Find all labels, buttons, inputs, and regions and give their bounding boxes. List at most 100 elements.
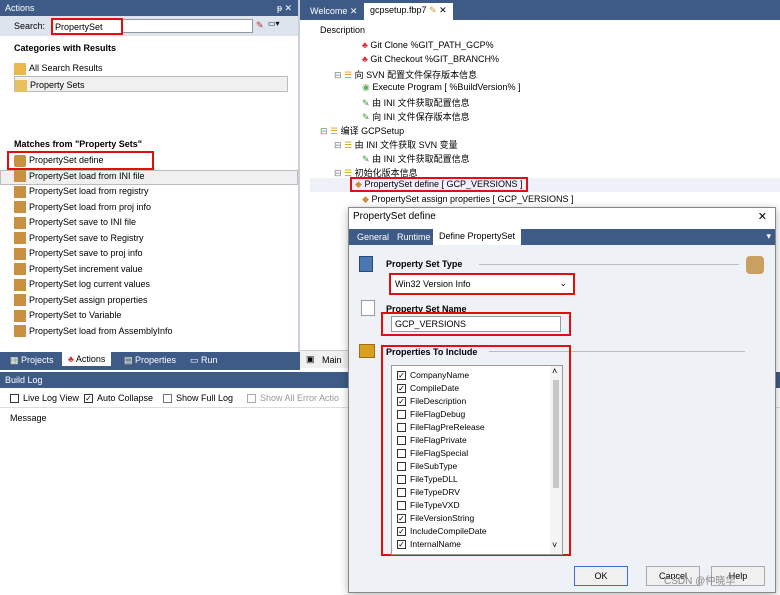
full-log-toggle[interactable]: Show Full Log	[163, 393, 233, 404]
propertyset-icon	[14, 185, 26, 198]
tree-node[interactable]: ⊟ ☰ 由 INI 文件获取 SVN 变量	[334, 138, 458, 151]
list-item[interactable]: PropertySet save to INI file	[0, 215, 298, 231]
clear-search-icon[interactable]: ✎	[256, 20, 264, 31]
checkbox[interactable]	[397, 436, 406, 446]
tab-run[interactable]: ▭ Run	[184, 353, 224, 368]
scroll-up-icon[interactable]: ˄	[552, 366, 557, 376]
tree-node[interactable]: ✎ 由 INI 文件获取配置信息	[362, 152, 470, 165]
property-checkbox-row[interactable]: FileFlagPreRelease	[397, 421, 487, 434]
property-checkbox-row[interactable]: ✓ CompileDate	[397, 382, 487, 395]
search-options-icon[interactable]: ▭▾	[268, 19, 280, 28]
pin-close-icons[interactable]: ᵽ ✕	[277, 3, 292, 14]
property-checkbox-row[interactable]: ✓ InternalName	[397, 538, 487, 551]
property-checkbox-row[interactable]: FileTypeDRV	[397, 486, 487, 499]
checkbox[interactable]: ✓	[397, 397, 406, 407]
list-item[interactable]: PropertySet define	[0, 153, 298, 169]
checkbox[interactable]: ✓	[397, 384, 406, 394]
property-checkbox-row[interactable]: ✓ FileVersionString	[397, 512, 487, 525]
propertyset-icon	[14, 263, 26, 276]
tab-properties[interactable]: ▤ Properties	[118, 353, 182, 368]
checkbox[interactable]: ✓	[397, 527, 406, 537]
tab-welcome[interactable]: Welcome ✕	[304, 4, 363, 19]
properties-list[interactable]: ✓ CompanyName ✓ CompileDate ✓ FileDescription…	[391, 365, 563, 555]
propertyset-icon	[14, 309, 26, 322]
tree-node[interactable]: ⊟ ☰ 向 SVN 配置文件保存版本信息	[334, 68, 477, 81]
category-all[interactable]: All Search Results	[14, 60, 288, 76]
checkbox[interactable]	[397, 462, 406, 472]
checkbox[interactable]: ✓	[397, 371, 406, 381]
propertyset-icon	[14, 232, 26, 245]
editor-tabbar: Welcome ✕ gcpsetup.fbp7 ✎ ✕	[300, 0, 780, 20]
list-item[interactable]: PropertySet load from proj info	[0, 200, 298, 216]
tab-main[interactable]: ▣ Main	[300, 350, 350, 368]
tree-node[interactable]: ◉ Execute Program [ %BuildVersion% ]	[362, 82, 520, 93]
scroll-down-icon[interactable]: ˅	[552, 540, 557, 550]
tree-node[interactable]: ⊟ ☰ 编译 GCPSetup	[320, 124, 404, 137]
show-errors-toggle[interactable]: Show All Error Actio	[247, 393, 339, 404]
tab-gcpsetup[interactable]: gcpsetup.fbp7 ✎ ✕	[364, 3, 453, 20]
tree-node[interactable]: ♣ Git Checkout %GIT_BRANCH%	[362, 54, 499, 64]
tree-node[interactable]: ◆ PropertySet assign properties [ GCP_VE…	[362, 194, 574, 205]
description-col: Description	[320, 25, 366, 35]
tab-runtime[interactable]: Runtime	[391, 230, 437, 244]
live-log-toggle[interactable]: Live Log View	[10, 393, 79, 404]
checkbox[interactable]	[397, 488, 406, 498]
scrollbar[interactable]: ˄ ˅	[550, 366, 562, 554]
property-checkbox-row[interactable]: FileFlagDebug	[397, 408, 487, 421]
checkbox[interactable]	[397, 423, 406, 433]
list-item[interactable]: PropertySet to Variable	[0, 308, 298, 324]
auto-collapse-toggle[interactable]: ✓ Auto Collapse	[84, 393, 153, 404]
search-label: Search:	[14, 21, 46, 31]
close-icon[interactable]: ✕	[758, 210, 767, 223]
property-checkbox-row[interactable]: ✓ IncludeCompileDate	[397, 525, 487, 538]
list-item[interactable]: PropertySet save to Registry	[0, 231, 298, 247]
checkbox[interactable]	[397, 410, 406, 420]
list-item[interactable]: PropertySet load from registry	[0, 184, 298, 200]
propertyset-icon	[14, 325, 26, 338]
property-checkbox-row[interactable]: FileTypeVXD	[397, 499, 487, 512]
tab-actions[interactable]: ♣ Actions	[62, 352, 112, 366]
search-input[interactable]: PropertySet	[51, 18, 123, 35]
folder-icon	[15, 79, 27, 92]
tab-general[interactable]: General	[351, 230, 395, 244]
list-item[interactable]: PropertySet increment value	[0, 262, 298, 278]
property-checkbox-row[interactable]: ✓ CompanyName	[397, 369, 487, 382]
scroll-thumb[interactable]	[553, 380, 559, 488]
propertyset-icon	[14, 216, 26, 229]
type-select[interactable]: Win32 Version Info ⌄	[389, 273, 575, 295]
propertyset-icon	[14, 154, 26, 167]
property-checkbox-row[interactable]: ✓ FileDescription	[397, 395, 487, 408]
tabs-menu-icon[interactable]: ▾	[766, 231, 771, 242]
matches-header: Matches from "Property Sets"	[14, 139, 143, 149]
property-checkbox-row[interactable]: FileTypeDLL	[397, 473, 487, 486]
propertyset-icon	[14, 170, 26, 183]
checkbox[interactable]	[397, 475, 406, 485]
watermark: CSDN @仲晓华	[664, 576, 736, 587]
checkbox[interactable]: ✓	[397, 540, 406, 550]
propertyset-bag-icon	[746, 256, 764, 274]
property-checkbox-row[interactable]: FileFlagPrivate	[397, 434, 487, 447]
checkbox[interactable]: ✓	[397, 514, 406, 524]
tree-node[interactable]: ♣ Git Clone %GIT_PATH_GCP%	[362, 40, 494, 50]
list-item[interactable]: PropertySet load from INI file	[0, 169, 298, 185]
checkbox[interactable]	[397, 501, 406, 511]
matches-list: PropertySet define PropertySet load from…	[0, 153, 298, 339]
tab-projects[interactable]: ▦ Projects	[4, 353, 60, 368]
name-input[interactable]: GCP_VERSIONS	[391, 316, 561, 332]
tree-node-selected[interactable]: ◆ PropertySet define [ GCP_VERSIONS ]	[350, 177, 528, 192]
property-checkbox-row[interactable]: FileFlagSpecial	[397, 447, 487, 460]
ok-button[interactable]: OK	[574, 566, 628, 586]
message-column-header: Message	[10, 413, 47, 423]
list-item[interactable]: PropertySet save to proj info	[0, 246, 298, 262]
property-checkbox-row[interactable]: FileSubType	[397, 460, 487, 473]
list-item[interactable]: PropertySet log current values	[0, 277, 298, 293]
tree-node[interactable]: ✎ 向 INI 文件保存版本信息	[362, 110, 470, 123]
tab-define-propertyset[interactable]: Define PropertySet	[433, 229, 522, 245]
list-item[interactable]: PropertySet load from AssemblyInfo	[0, 324, 298, 340]
name-edit-icon	[361, 300, 375, 316]
checkbox[interactable]	[397, 449, 406, 459]
tree-node[interactable]: ✎ 由 INI 文件获取配置信息	[362, 96, 470, 109]
list-item[interactable]: PropertySet assign properties	[0, 293, 298, 309]
category-property-sets[interactable]: Property Sets	[14, 76, 288, 92]
actions-title: Actions	[5, 3, 35, 13]
